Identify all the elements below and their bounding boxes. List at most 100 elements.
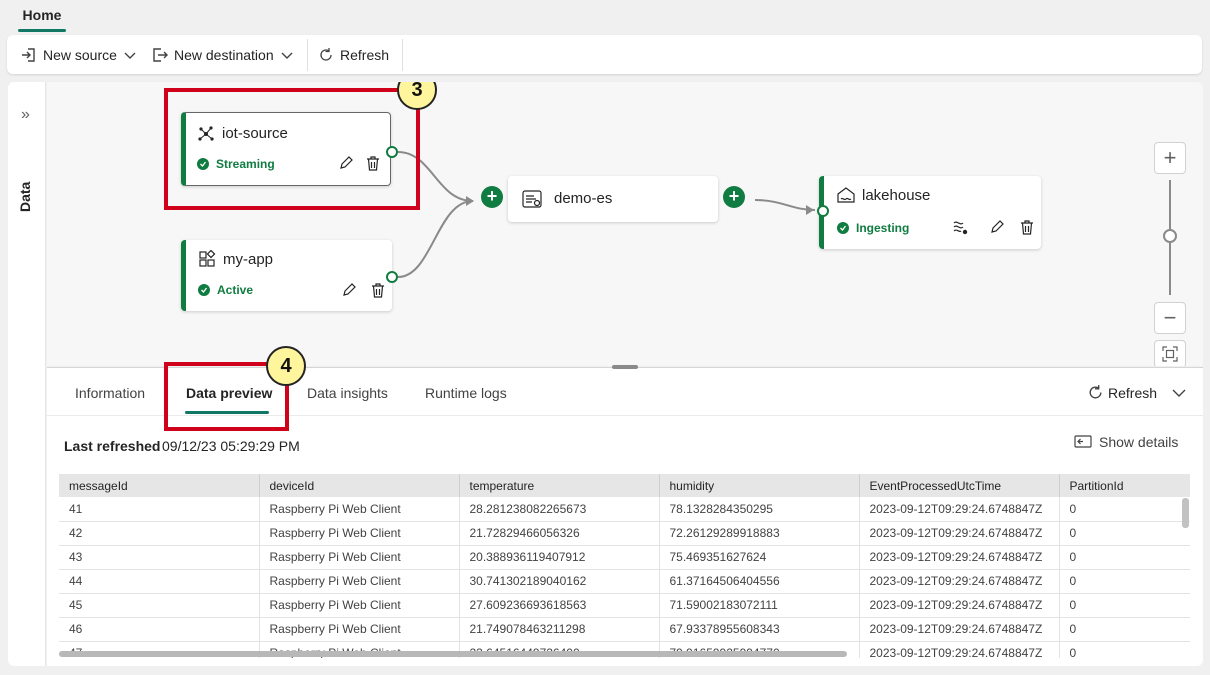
chevron-down-icon — [281, 52, 293, 59]
show-details-button[interactable]: Show details — [1074, 434, 1178, 450]
rail-label-data[interactable]: Data — [17, 182, 33, 212]
lakehouse-node[interactable]: lakehouse Ingesting — [819, 176, 1041, 249]
pane-refresh-label: Refresh — [1108, 384, 1158, 401]
table-cell: 45 — [59, 593, 260, 618]
table-cell: 0 — [1059, 545, 1190, 570]
horizontal-scrollbar[interactable] — [59, 651, 847, 657]
table-cell: 67.93378955608343 — [659, 617, 860, 642]
zoom-slider-thumb[interactable] — [1163, 229, 1177, 243]
topology-canvas: iot-source Streaming my-app Active + dem… — [47, 82, 1203, 366]
delete-icon[interactable] — [1017, 217, 1037, 237]
table-row[interactable]: 42 Raspberry Pi Web Client 21.728294660563… — [59, 521, 1190, 546]
pane-resize-handle[interactable] — [612, 365, 638, 369]
table-cell: 0 — [1059, 497, 1190, 522]
fit-to-screen-icon — [1162, 346, 1178, 362]
table-cell: 2023-09-12T09:29:24.6748847Z — [859, 641, 1060, 658]
table-cell: 44 — [59, 569, 260, 594]
callout-box-source — [164, 88, 420, 210]
my-app-title: my-app — [223, 251, 274, 268]
table-cell: 2023-09-12T09:29:24.6748847Z — [859, 569, 1060, 594]
new-destination-button[interactable]: New destination — [151, 35, 294, 74]
table-cell: 2023-09-12T09:29:24.6748847Z — [859, 497, 1060, 522]
data-side-rail: » Data — [8, 82, 46, 666]
table-cell: Raspberry Pi Web Client — [259, 593, 460, 618]
column-header[interactable]: deviceId — [259, 474, 460, 497]
table-row[interactable]: 43 Raspberry Pi Web Client 20.388936119407… — [59, 545, 1190, 570]
panel-details-icon — [1074, 435, 1092, 448]
lakehouse-title: lakehouse — [862, 187, 931, 204]
toolbar-divider — [307, 39, 308, 71]
table-cell: 27.609236693618563 — [459, 593, 660, 618]
lakehouse-status-label: Ingesting — [856, 221, 910, 235]
table-row[interactable]: 46 Raspberry Pi Web Client 21.749078463211… — [59, 617, 1190, 642]
app-grid-icon — [196, 248, 218, 270]
toolbar: New source New destination Refresh — [7, 35, 1202, 74]
my-app-output-port[interactable] — [386, 271, 398, 283]
lakehouse-status: Ingesting — [837, 221, 909, 235]
table-cell: 21.749078463211298 — [459, 617, 660, 642]
refresh-label: Refresh — [340, 46, 390, 63]
refresh-icon — [1089, 385, 1102, 399]
column-header[interactable]: PartitionId — [1059, 474, 1190, 497]
table-cell: Raspberry Pi Web Client — [259, 545, 460, 570]
eventstream-icon — [520, 187, 544, 211]
my-app-status-label: Active — [217, 283, 254, 297]
new-destination-label: New destination — [174, 46, 274, 63]
last-refreshed-label: Last refreshed — [64, 438, 161, 454]
refresh-icon — [320, 47, 332, 61]
table-row[interactable]: 41 Raspberry Pi Web Client 28.281238082265… — [59, 497, 1190, 522]
delete-icon[interactable] — [368, 280, 388, 300]
tab-runtime-logs[interactable]: Runtime logs — [425, 385, 507, 401]
table-cell: 0 — [1059, 593, 1190, 618]
refresh-button[interactable]: Refresh — [318, 35, 389, 74]
zoom-out-button[interactable]: − — [1154, 302, 1186, 334]
table-cell: 42 — [59, 521, 260, 546]
add-source-plus-button[interactable]: + — [481, 186, 503, 208]
table-cell: 2023-09-12T09:29:24.6748847Z — [859, 545, 1060, 570]
pane-refresh-button[interactable]: Refresh — [1087, 384, 1157, 401]
tab-data-insights[interactable]: Data insights — [307, 385, 388, 401]
stream-settings-icon[interactable] — [950, 217, 970, 237]
fit-view-button[interactable] — [1154, 340, 1186, 366]
vertical-scrollbar[interactable] — [1182, 498, 1189, 528]
my-app-status: Active — [198, 283, 253, 297]
table-cell: 0 — [1059, 617, 1190, 642]
table-cell: 2023-09-12T09:29:24.6748847Z — [859, 617, 1060, 642]
zoom-in-button[interactable]: + — [1154, 142, 1186, 174]
tab-home[interactable]: Home — [18, 0, 66, 32]
add-destination-plus-button[interactable]: + — [723, 186, 745, 208]
sign-out-icon — [153, 47, 168, 62]
table-cell: 78.1328284350295 — [659, 497, 860, 522]
table-cell: 72.26129289918883 — [659, 521, 860, 546]
column-header[interactable]: messageId — [59, 474, 260, 497]
table-cell: 71.59002183072111 — [659, 593, 860, 618]
table-cell: Raspberry Pi Web Client — [259, 497, 460, 522]
tab-information[interactable]: Information — [75, 385, 145, 401]
table-cell: 2023-09-12T09:29:24.6748847Z — [859, 593, 1060, 618]
new-source-button[interactable]: New source — [20, 35, 137, 74]
new-source-label: New source — [43, 46, 117, 63]
collapse-pane-chevron-icon[interactable] — [1169, 383, 1189, 403]
table-cell: 20.388936119407912 — [459, 545, 660, 570]
edit-icon[interactable] — [339, 280, 359, 300]
edit-icon[interactable] — [987, 217, 1007, 237]
lakehouse-input-port[interactable] — [817, 205, 829, 217]
lakehouse-icon — [835, 184, 857, 206]
table-cell: 43 — [59, 545, 260, 570]
expand-chevron-icon[interactable]: » — [21, 106, 30, 124]
table-cell: 30.741302189040162 — [459, 569, 660, 594]
table-cell: 21.72829466056326 — [459, 521, 660, 546]
table-cell: 0 — [1059, 641, 1190, 658]
column-header[interactable]: EventProcessedUtcTime — [859, 474, 1060, 497]
table-row[interactable]: 44 Raspberry Pi Web Client 30.741302189040… — [59, 569, 1190, 594]
table-cell: Raspberry Pi Web Client — [259, 617, 460, 642]
my-app-node[interactable]: my-app Active — [181, 240, 392, 311]
column-header[interactable]: temperature — [459, 474, 660, 497]
bottom-details-pane: Information Data preview Data insights R… — [47, 346, 1203, 666]
check-circle-icon — [837, 222, 849, 234]
table-row[interactable]: 45 Raspberry Pi Web Client 27.609236693618… — [59, 593, 1190, 618]
callout-badge-4: 4 — [266, 346, 306, 386]
demo-es-node[interactable]: demo-es — [508, 176, 718, 222]
table-cell: 28.281238082265673 — [459, 497, 660, 522]
column-header[interactable]: humidity — [659, 474, 860, 497]
